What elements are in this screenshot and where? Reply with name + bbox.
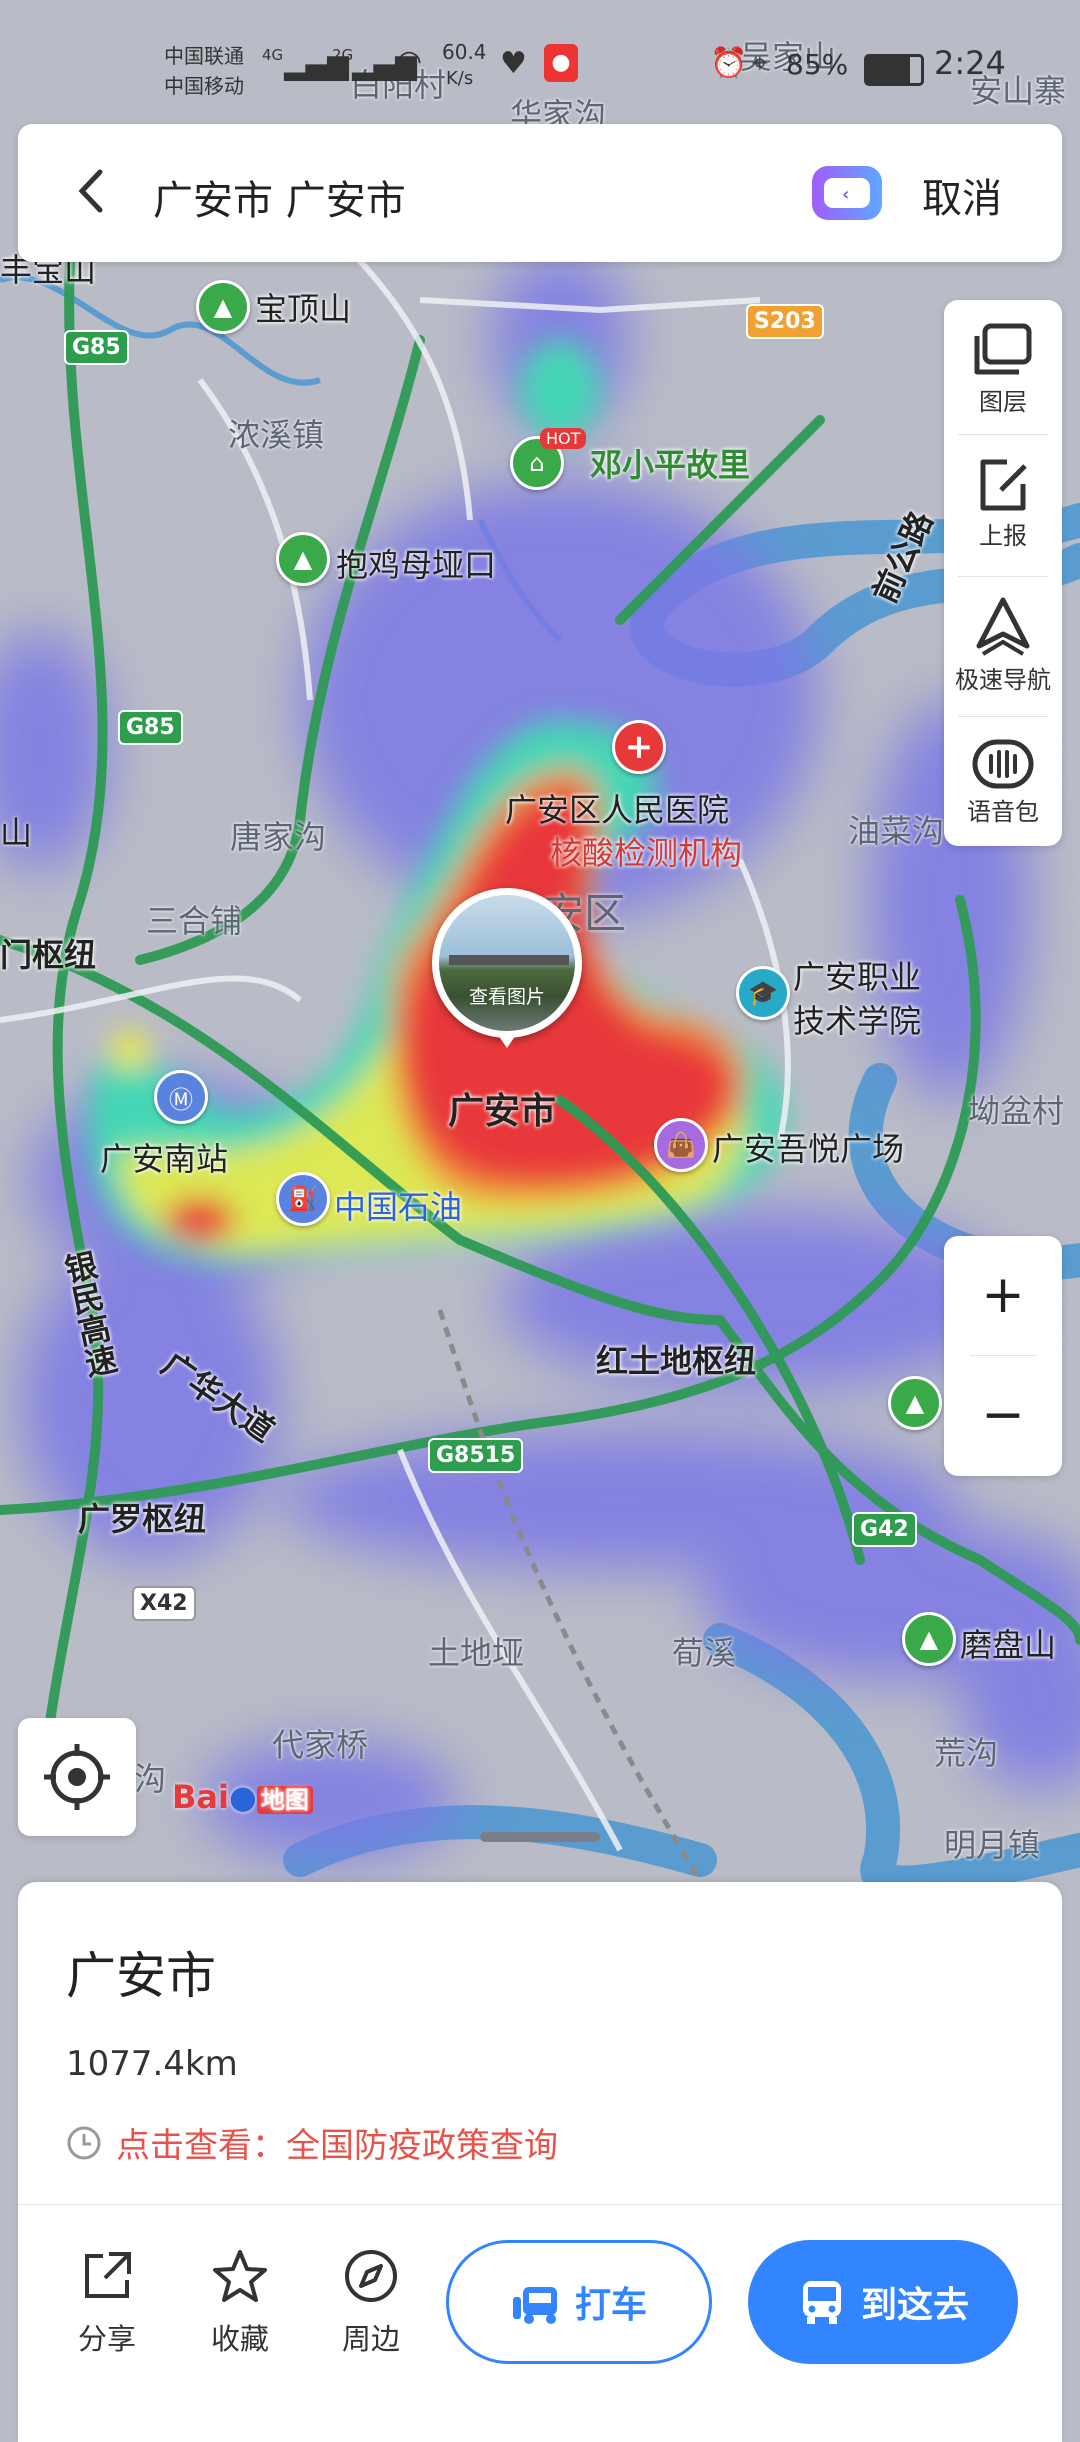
report-button[interactable]: 上报 <box>944 456 1062 551</box>
taxi-icon <box>512 2287 557 2324</box>
map-label: 门枢纽 <box>0 936 97 974</box>
map-label: 三合铺 <box>146 902 243 940</box>
highway-shield: G8515 <box>428 1438 524 1473</box>
speed-value: 60.4 <box>442 40 487 64</box>
carrier-1: 中国联通 <box>164 44 244 68</box>
zoom-in-button[interactable]: + <box>944 1236 1062 1354</box>
fast-nav-button[interactable]: 极速导航 <box>944 596 1062 695</box>
map-label: 荒沟 <box>934 1734 999 1772</box>
heart-icon: ♥ <box>500 46 527 81</box>
star-icon <box>213 2250 267 2302</box>
map-label: 山 <box>0 814 33 852</box>
school-icon[interactable]: 🎓 <box>736 966 790 1020</box>
mountain-poi-icon[interactable]: ▲ <box>276 532 330 586</box>
navigation-arrow-icon <box>976 597 1030 656</box>
back-arrow-icon[interactable] <box>74 166 110 216</box>
city-photo-thumbnail: 查看图片 <box>439 895 575 1031</box>
network-type-2: 2G <box>332 46 354 64</box>
map-label: 油菜沟 <box>848 812 945 850</box>
carrier-2: 中国移动 <box>164 74 244 98</box>
highway-shield: S203 <box>746 304 824 339</box>
location-icon: ⌖ <box>752 46 768 79</box>
map-label: 红土地枢纽 <box>596 1342 757 1380</box>
highway-shield: G42 <box>852 1512 917 1547</box>
highway-shield: G85 <box>64 330 129 365</box>
highway-shield: X42 <box>132 1586 196 1621</box>
poi-label[interactable]: 邓小平故里 <box>590 440 750 486</box>
edit-icon <box>980 459 1027 511</box>
crosshair-icon <box>44 1744 110 1810</box>
poi-label[interactable]: 广安职业 <box>793 952 921 998</box>
sheet-drag-handle[interactable] <box>480 1832 600 1842</box>
zoom-out-button[interactable]: − <box>944 1356 1062 1474</box>
cancel-button[interactable]: 取消 <box>922 166 1002 224</box>
map-label: 代家桥 <box>272 1726 369 1764</box>
poi-label[interactable]: 广安南站 <box>100 1134 228 1180</box>
baidu-map-logo: Bai● 地图 <box>172 1778 313 1816</box>
layers-button[interactable]: 图层 <box>944 322 1062 417</box>
network-type-1: 4G <box>262 46 284 64</box>
highway-shield: G85 <box>118 710 183 745</box>
poi-label[interactable]: 广安区人民医院 <box>505 785 729 831</box>
map-label: 荀溪 <box>672 1634 737 1672</box>
train-station-icon[interactable]: Ⓜ <box>154 1070 208 1124</box>
status-bar: 中国联通 中国移动 4G ▂▄▆ 2G ▂▄▆ ◠ 60.4 K/s ♥ ● ⏰… <box>0 0 1080 120</box>
map-label: 坳盆村 <box>968 1092 1065 1130</box>
clock: 2:24 <box>934 44 1006 82</box>
gas-station-icon[interactable]: ⛽ <box>276 1172 330 1226</box>
place-distance: 1077.4km <box>66 2044 238 2084</box>
clock-icon <box>67 2126 101 2159</box>
city-label: 广安市 <box>448 1091 557 1132</box>
speed-unit: K/s <box>446 68 474 89</box>
hot-badge: HOT <box>540 428 587 449</box>
map-tools-panel: 图层 上报 极速导航 语音包 <box>944 300 1062 846</box>
layers-icon <box>974 323 1032 375</box>
battery-percent: 85% <box>786 48 849 81</box>
share-button[interactable]: 分享 <box>78 2248 136 2358</box>
poi-label[interactable]: 磨盘山 <box>960 1620 1056 1666</box>
map-label: 明月镇 <box>944 1826 1041 1864</box>
go-there-button[interactable]: 到这去 <box>748 2240 1018 2364</box>
nearby-button[interactable]: 周边 <box>342 2248 400 2358</box>
taxi-button[interactable]: 打车 <box>446 2240 712 2364</box>
search-bar: 广安市 广安市 ‹ 取消 <box>18 124 1062 262</box>
poi-label[interactable]: 技术学院 <box>793 996 921 1042</box>
locate-me-button[interactable] <box>18 1718 136 1836</box>
epidemic-notice[interactable]: 点击查看： 全国防疫政策查询 <box>66 2118 558 2167</box>
map-label: 广罗枢纽 <box>78 1500 207 1538</box>
search-query[interactable]: 广安市 广安市 <box>153 168 406 226</box>
poi-label[interactable]: 核酸检测机构 <box>550 828 742 874</box>
poi-label[interactable]: 抱鸡母垭口 <box>336 540 496 586</box>
mountain-poi-icon[interactable]: ▲ <box>196 280 250 334</box>
voice-wave-icon <box>972 739 1034 789</box>
poi-label[interactable]: 宝顶山 <box>255 284 351 330</box>
map-label: 唐家沟 <box>230 818 327 856</box>
map-label: 浓溪镇 <box>228 416 325 454</box>
map-label: 土地垭 <box>428 1634 525 1672</box>
ai-assistant-icon[interactable]: ‹ <box>812 166 882 220</box>
map-label: 沟 <box>134 1760 167 1798</box>
favorite-button[interactable]: 收藏 <box>210 2248 270 2358</box>
mountain-poi-icon[interactable]: ▲ <box>888 1376 942 1430</box>
compass-icon <box>345 2250 397 2302</box>
zoom-control: + − <box>944 1236 1062 1476</box>
photo-caption: 查看图片 <box>468 986 545 1008</box>
shopping-icon[interactable]: 👜 <box>654 1118 708 1172</box>
poi-label[interactable]: 中国石油 <box>334 1182 462 1228</box>
mic-icon: ● <box>544 44 578 82</box>
mountain-poi-icon[interactable]: ▲ <box>902 1612 956 1666</box>
voice-pack-button[interactable]: 语音包 <box>944 736 1062 827</box>
wifi-icon: ◠ <box>396 44 423 79</box>
place-detail-sheet: 广安市 1077.4km 点击查看： 全国防疫政策查询 分享 收藏 周边 打车 … <box>18 1882 1062 2442</box>
alarm-icon: ⏰ <box>710 46 748 81</box>
poi-label[interactable]: 广安吾悦广场 <box>712 1124 904 1170</box>
place-title: 广安市 <box>66 1947 216 2005</box>
battery-icon <box>864 54 924 86</box>
share-icon <box>85 2252 131 2298</box>
hospital-icon[interactable]: + <box>612 720 666 774</box>
city-photo-marker[interactable]: 查看图片 <box>432 888 582 1048</box>
bus-icon <box>802 2281 841 2324</box>
